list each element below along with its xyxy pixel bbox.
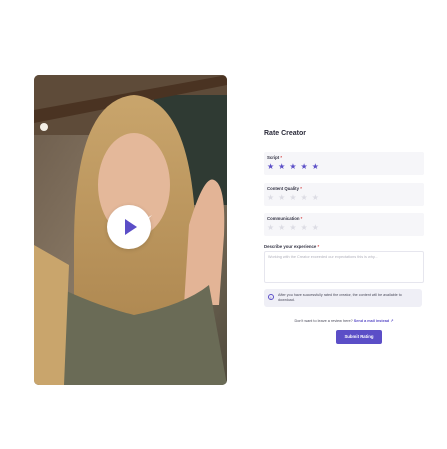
rating-label: Script	[267, 155, 280, 160]
mail-prompt-line: Don't want to leave a review here? Send …	[264, 318, 424, 323]
info-text: After you have successfully rated the cr…	[278, 293, 402, 302]
experience-textarea[interactable]: Working with the Creator exceeded our ex…	[264, 251, 424, 283]
star-icon[interactable]: ★	[301, 163, 308, 171]
required-mark: *	[317, 244, 320, 249]
submit-rating-button[interactable]: Submit Rating	[336, 330, 382, 344]
rating-row-script: Script * ★ ★ ★ ★ ★	[264, 152, 424, 175]
star-icon[interactable]: ★	[267, 194, 274, 202]
rating-label: Communication	[267, 216, 300, 221]
rate-creator-panel: Rate Creator Script * ★ ★ ★ ★ ★ Content Qual…	[258, 123, 428, 355]
required-mark: *	[280, 155, 283, 160]
star-icon[interactable]: ★	[289, 224, 296, 232]
required-mark: *	[300, 216, 303, 221]
rating-label: Content Quality	[267, 186, 299, 191]
info-icon: i	[268, 294, 274, 300]
star-icon[interactable]: ★	[289, 163, 296, 171]
external-link-icon: ↗	[390, 319, 394, 323]
star-icon[interactable]: ★	[278, 194, 285, 202]
star-icon[interactable]: ★	[267, 224, 274, 232]
star-icon[interactable]: ★	[278, 163, 285, 171]
rating-row-communication: Communication * ★ ★ ★ ★ ★	[264, 213, 424, 236]
star-rating[interactable]: ★ ★ ★ ★ ★	[267, 194, 319, 202]
star-icon[interactable]: ★	[312, 163, 319, 171]
star-icon[interactable]: ★	[289, 194, 296, 202]
star-icon[interactable]: ★	[301, 224, 308, 232]
description-label: Describe your experience	[264, 244, 317, 249]
video-thumbnail[interactable]	[34, 75, 227, 385]
panel-title: Rate Creator	[264, 130, 307, 137]
star-rating[interactable]: ★ ★ ★ ★ ★	[267, 224, 319, 232]
star-icon[interactable]: ★	[278, 224, 285, 232]
star-icon[interactable]: ★	[312, 194, 319, 202]
play-icon[interactable]	[107, 205, 151, 249]
send-mail-link[interactable]: Send a mail instead ↗	[354, 319, 394, 323]
star-icon[interactable]: ★	[312, 224, 319, 232]
mail-prompt: Don't want to leave a review here?	[294, 319, 353, 323]
star-icon[interactable]: ★	[301, 194, 308, 202]
star-icon[interactable]: ★	[267, 163, 274, 171]
required-mark: *	[300, 186, 302, 191]
rating-row-content-quality: Content Quality * ★ ★ ★ ★ ★	[264, 183, 424, 206]
star-rating[interactable]: ★ ★ ★ ★ ★	[267, 163, 319, 171]
info-banner: i After you have successfully rated the …	[264, 289, 422, 307]
